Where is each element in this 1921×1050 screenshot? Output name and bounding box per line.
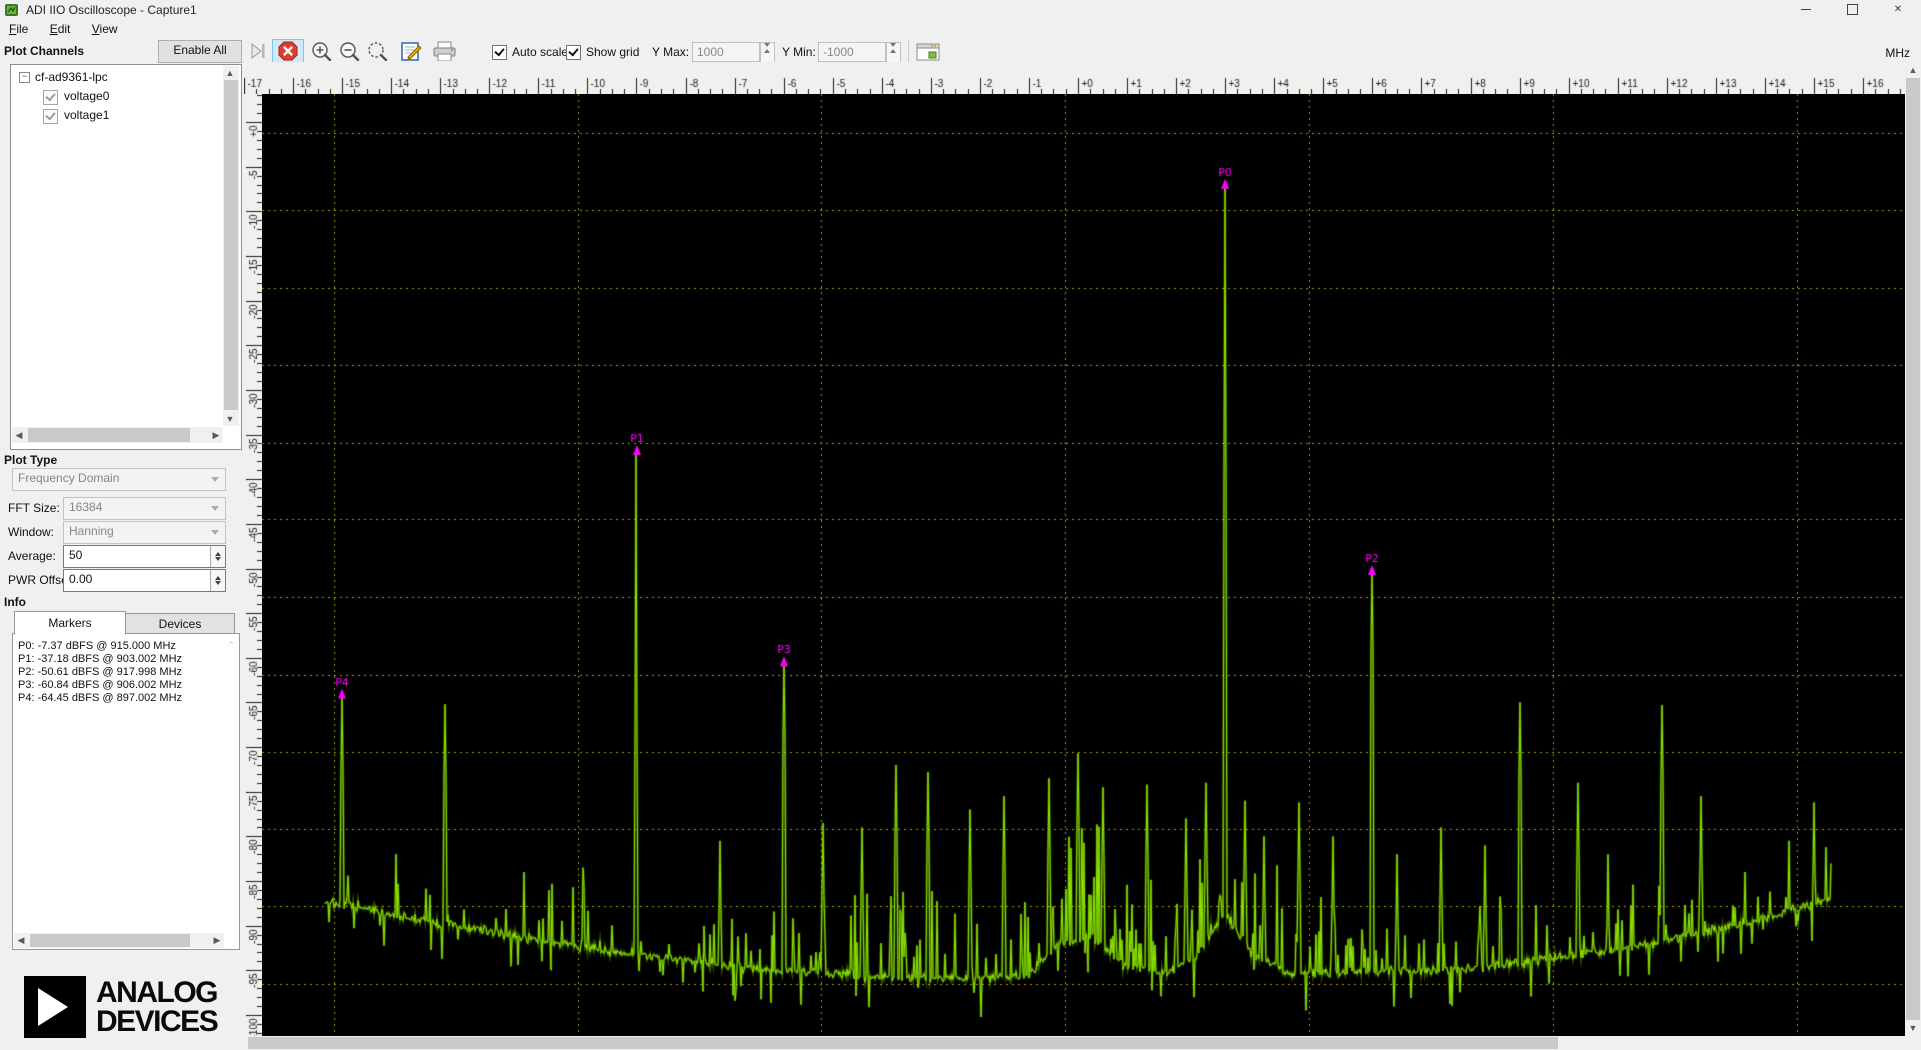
new-plot-icon[interactable] bbox=[916, 41, 942, 61]
tab-devices[interactable]: Devices bbox=[125, 613, 235, 635]
tree-hscroll-thumb[interactable] bbox=[28, 428, 190, 442]
menu-file[interactable]: File bbox=[0, 20, 37, 38]
minimize-button[interactable] bbox=[1783, 0, 1829, 20]
x-axis-ruler bbox=[244, 76, 1905, 94]
scroll-up-icon[interactable]: ▲ bbox=[223, 66, 237, 80]
scroll-right-icon[interactable]: ▶ bbox=[210, 933, 224, 947]
marker-readout-p2: P2: -50.61 dBFS @ 917.998 MHz bbox=[18, 666, 182, 679]
pwr-offset-value: 0.00 bbox=[69, 572, 92, 586]
tree-row-device[interactable]: − cf-ad9361-lpc bbox=[11, 69, 241, 86]
close-button[interactable]: ✕ bbox=[1875, 0, 1921, 20]
fft-size-select[interactable]: 16384 bbox=[63, 497, 226, 520]
chevron-down-icon bbox=[211, 477, 219, 486]
analog-devices-logo: ANALOG DEVICES bbox=[24, 976, 240, 1040]
menu-bar: File Edit View bbox=[0, 20, 1921, 38]
zoom-fit-icon[interactable] bbox=[366, 41, 390, 61]
marker-readout-p0: P0: -7.37 dBFS @ 915.000 MHz bbox=[18, 640, 176, 653]
scroll-left-icon[interactable]: ◀ bbox=[14, 933, 28, 947]
marker-readout-p1: P1: -37.18 dBFS @ 903.002 MHz bbox=[18, 653, 182, 666]
plot-horizontal-scrollbar[interactable] bbox=[244, 1036, 1905, 1050]
chevron-down-icon bbox=[211, 506, 219, 515]
y-max-label: Y Max: bbox=[652, 45, 689, 59]
scroll-up-icon[interactable]: ⌃ bbox=[227, 640, 235, 651]
markers-hscroll-thumb[interactable] bbox=[30, 934, 190, 947]
window-value: Hanning bbox=[69, 524, 114, 538]
y-min-input[interactable]: -1000 bbox=[818, 42, 886, 62]
average-label: Average: bbox=[8, 549, 56, 563]
scroll-down-icon[interactable]: ▼ bbox=[223, 412, 237, 426]
plot-channels-tree: − cf-ad9361-lpc voltage0 voltage1 ▲ ▼ ◀ … bbox=[10, 64, 242, 450]
axis-unit-label: MHz bbox=[1885, 46, 1910, 60]
y-max-spinner[interactable] bbox=[760, 42, 775, 64]
y-max-input[interactable]: 1000 bbox=[692, 42, 760, 62]
plot-type-select[interactable]: Frequency Domain bbox=[12, 468, 226, 491]
auto-scale-label: Auto scale bbox=[512, 45, 568, 59]
window-select[interactable]: Hanning bbox=[63, 521, 226, 544]
toolbar-separator bbox=[908, 40, 909, 62]
window-label: Window: bbox=[8, 525, 54, 539]
voltage1-label: voltage1 bbox=[64, 107, 109, 124]
fft-size-label: FFT Size: bbox=[8, 501, 60, 515]
scroll-left-icon[interactable]: ◀ bbox=[12, 428, 26, 442]
left-panel: − cf-ad9361-lpc voltage0 voltage1 ▲ ▼ ◀ … bbox=[0, 64, 242, 1050]
info-notebook: Markers Devices P0: -7.37 dBFS @ 915.000… bbox=[10, 611, 240, 966]
zoom-in-icon[interactable] bbox=[310, 41, 334, 61]
enable-all-button[interactable]: Enable All bbox=[158, 40, 242, 63]
scroll-up-icon[interactable]: ▲ bbox=[1906, 63, 1920, 77]
logo-line2: DEVICES bbox=[96, 1007, 217, 1037]
scroll-down-icon[interactable]: ▼ bbox=[1906, 1021, 1920, 1035]
average-spinner[interactable] bbox=[210, 546, 225, 567]
voltage1-checkbox[interactable] bbox=[43, 109, 58, 124]
y-min-spinner[interactable] bbox=[886, 42, 901, 64]
tree-horizontal-scrollbar[interactable]: ◀ ▶ bbox=[12, 427, 223, 443]
save-icon[interactable] bbox=[400, 41, 424, 61]
plot-type-value: Frequency Domain bbox=[18, 471, 119, 485]
voltage0-checkbox[interactable] bbox=[43, 90, 58, 105]
plot-vertical-scrollbar[interactable]: ▲ ▼ bbox=[1905, 62, 1921, 1036]
average-input[interactable]: 50 bbox=[63, 545, 226, 568]
plot-type-header: Plot Type bbox=[4, 453, 57, 467]
auto-scale-checkmark-icon bbox=[492, 45, 507, 60]
scroll-right-icon[interactable]: ▶ bbox=[209, 428, 223, 442]
plot-vscroll-thumb[interactable] bbox=[1906, 78, 1920, 1020]
fft-size-value: 16384 bbox=[69, 500, 102, 514]
marker-readout-p3: P3: -60.84 dBFS @ 906.002 MHz bbox=[18, 679, 182, 692]
tree-vertical-scrollbar[interactable]: ▲ ▼ bbox=[223, 66, 239, 426]
app-icon bbox=[5, 3, 19, 17]
info-header: Info bbox=[4, 595, 26, 609]
markers-list: P0: -7.37 dBFS @ 915.000 MHz P1: -37.18 … bbox=[12, 633, 240, 950]
tab-markers[interactable]: Markers bbox=[14, 611, 126, 635]
marker-readout-p4: P4: -64.45 dBFS @ 897.002 MHz bbox=[18, 692, 182, 705]
pwr-offset-input[interactable]: 0.00 bbox=[63, 569, 226, 592]
tree-row-voltage1[interactable]: voltage1 bbox=[11, 107, 241, 124]
menu-view[interactable]: View bbox=[83, 20, 127, 38]
show-grid-label: Show grid bbox=[586, 45, 639, 59]
logo-line1: ANALOG bbox=[96, 978, 217, 1008]
zoom-out-icon[interactable] bbox=[338, 41, 362, 61]
pwr-offset-spinner[interactable] bbox=[210, 570, 225, 591]
capture-stop-button[interactable] bbox=[272, 39, 304, 64]
spectrum-plot-canvas[interactable] bbox=[262, 94, 1905, 1036]
menu-edit[interactable]: Edit bbox=[41, 20, 80, 38]
average-value: 50 bbox=[69, 548, 82, 562]
y-axis-ruler bbox=[244, 94, 262, 1036]
capture-play-icon[interactable] bbox=[248, 41, 268, 61]
title-bar: ADI IIO Oscilloscope - Capture1 ✕ bbox=[0, 0, 1921, 20]
stop-octagon-icon bbox=[277, 41, 299, 62]
adi-triangle-icon bbox=[24, 976, 86, 1038]
tree-expander-icon[interactable]: − bbox=[19, 72, 30, 83]
window-title: ADI IIO Oscilloscope - Capture1 bbox=[26, 0, 197, 20]
tree-vscroll-thumb[interactable] bbox=[224, 80, 238, 410]
device-name: cf-ad9361-lpc bbox=[35, 69, 108, 86]
markers-horizontal-scrollbar[interactable]: ◀ ▶ bbox=[14, 933, 224, 948]
print-icon[interactable] bbox=[432, 41, 458, 61]
show-grid-checkmark-icon bbox=[566, 45, 581, 60]
tree-row-voltage0[interactable]: voltage0 bbox=[11, 88, 241, 105]
plot-hscroll-thumb[interactable] bbox=[248, 1037, 1558, 1049]
voltage0-label: voltage0 bbox=[64, 88, 109, 105]
chevron-down-icon bbox=[211, 530, 219, 539]
plot-channels-header: Plot Channels bbox=[4, 44, 84, 58]
y-min-label: Y Min: bbox=[782, 45, 816, 59]
maximize-button[interactable] bbox=[1829, 0, 1875, 20]
